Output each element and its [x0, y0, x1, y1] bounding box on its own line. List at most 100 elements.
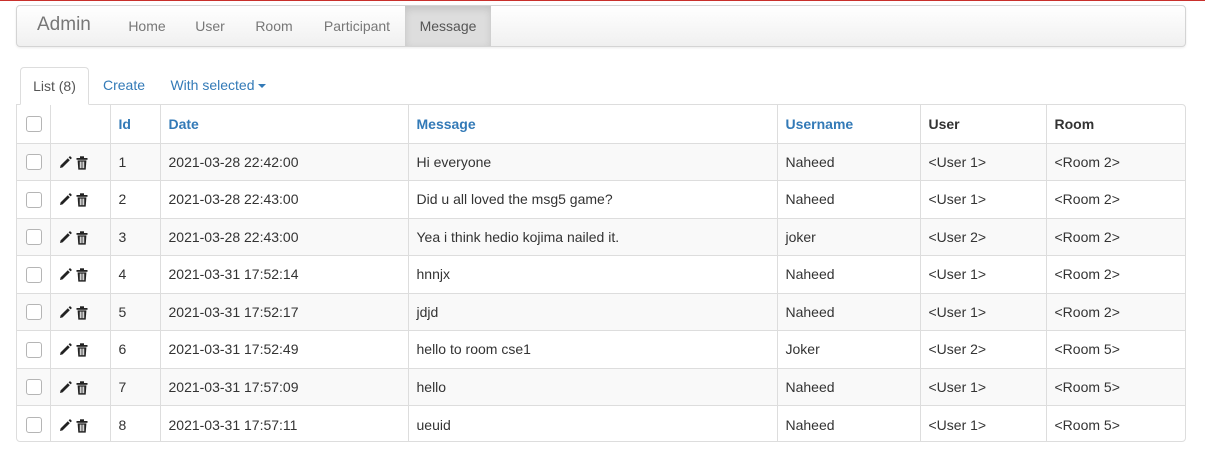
trash-icon[interactable] [76, 306, 89, 320]
header-id: Id [109, 105, 160, 144]
header-select-all [17, 105, 50, 144]
cell-room: <Room 5> [1045, 330, 1185, 369]
sort-date-link[interactable]: Date [169, 116, 199, 132]
cell-username: Naheed [776, 143, 920, 181]
cell-date: 2021-03-31 17:52:14 [159, 255, 408, 294]
nav-home[interactable]: Home [113, 6, 181, 46]
pencil-icon[interactable] [59, 231, 72, 245]
cell-user: <User 1> [919, 293, 1046, 331]
table-row: 3 2021-03-28 22:43:00 Yea i think hedio ko… [17, 218, 1185, 256]
tab-with-selected[interactable]: With selected [164, 67, 272, 105]
cell-id: 2 [109, 180, 160, 219]
cell-room: <Room 2> [1045, 218, 1185, 256]
trash-icon[interactable] [76, 156, 89, 170]
cell-user: <User 1> [919, 368, 1046, 406]
cell-date: 2021-03-31 17:52:49 [159, 330, 408, 369]
nav-room[interactable]: Room [239, 6, 309, 46]
cell-message: ueuid [407, 405, 777, 441]
table-row: 4 2021-03-31 17:52:14 hnnjx Naheed <User 1> <… [17, 255, 1185, 294]
table-row: 7 2021-03-31 17:57:09 hello Naheed <User 1> <… [17, 368, 1185, 406]
row-checkbox[interactable] [26, 379, 42, 396]
message-table-container: Id Date Message Username User Room 1 2021… [16, 104, 1186, 442]
cell-user: <User 1> [919, 405, 1046, 441]
cell-username: Naheed [776, 255, 920, 294]
row-actions-cell [49, 255, 110, 294]
pencil-icon[interactable] [59, 268, 72, 282]
trash-icon[interactable] [76, 381, 89, 395]
row-checkbox[interactable] [26, 266, 42, 283]
header-actions [49, 105, 110, 144]
trash-icon[interactable] [76, 418, 89, 433]
cell-id: 8 [109, 405, 160, 441]
pencil-icon[interactable] [59, 343, 72, 357]
tab-list[interactable]: List (8) [20, 67, 89, 105]
cell-message: jdjd [407, 293, 777, 331]
cell-id: 7 [109, 368, 160, 406]
row-actions-cell [49, 180, 110, 219]
with-selected-label: With selected [170, 77, 255, 93]
row-checkbox[interactable] [26, 191, 42, 208]
cell-username: Naheed [776, 180, 920, 219]
row-actions-cell [49, 330, 110, 369]
table-row: 6 2021-03-31 17:52:49 hello to room cse1 Jo… [17, 330, 1185, 369]
row-checkbox[interactable] [26, 417, 42, 434]
row-select-cell [17, 255, 50, 294]
cell-room: <Room 2> [1045, 293, 1185, 331]
cell-date: 2021-03-28 22:42:00 [159, 143, 408, 181]
cell-room: <Room 2> [1045, 255, 1185, 294]
table-row: 2 2021-03-28 22:43:00 Did u all loved the … [17, 180, 1185, 219]
view-tabs: List (8) Create With selected [16, 67, 1186, 105]
row-select-cell [17, 368, 50, 406]
trash-icon[interactable] [76, 231, 89, 245]
cell-date: 2021-03-31 17:57:09 [159, 368, 408, 406]
cell-message: hnnjx [407, 255, 777, 294]
sort-message-link[interactable]: Message [417, 116, 476, 132]
row-checkbox[interactable] [26, 154, 42, 171]
header-user: User [919, 105, 1046, 144]
cell-id: 6 [109, 330, 160, 369]
pencil-icon[interactable] [59, 381, 72, 395]
header-room: Room [1045, 105, 1185, 144]
trash-icon[interactable] [76, 343, 89, 357]
nav-user[interactable]: User [181, 6, 239, 46]
sort-username-link[interactable]: Username [786, 116, 854, 132]
table-row: 8 2021-03-31 17:57:11 ueuid Naheed <User 1> <… [17, 405, 1185, 442]
select-all-checkbox[interactable] [26, 116, 42, 133]
row-select-cell [17, 143, 50, 181]
cell-id: 3 [109, 218, 160, 256]
trash-icon[interactable] [76, 193, 89, 207]
sort-id-link[interactable]: Id [119, 116, 131, 132]
cell-username: Joker [776, 330, 920, 369]
row-checkbox[interactable] [26, 229, 42, 246]
pencil-icon[interactable] [59, 156, 72, 170]
cell-username: Naheed [776, 368, 920, 406]
pencil-icon[interactable] [59, 306, 72, 320]
table-header-row: Id Date Message Username User Room [17, 105, 1185, 144]
cell-user: <User 1> [919, 180, 1046, 219]
row-select-cell [17, 330, 50, 369]
cell-user: <User 1> [919, 143, 1046, 181]
cell-user: <User 1> [919, 255, 1046, 294]
row-checkbox[interactable] [26, 304, 42, 321]
trash-icon[interactable] [76, 268, 89, 282]
cell-message: hello [407, 368, 777, 406]
pencil-icon[interactable] [59, 193, 72, 207]
cell-id: 5 [109, 293, 160, 331]
row-actions-cell [49, 405, 110, 441]
header-username: Username [776, 105, 920, 144]
tab-create[interactable]: Create [92, 67, 156, 105]
row-select-cell [17, 406, 50, 442]
cell-username: Naheed [776, 405, 920, 441]
row-actions-cell [49, 143, 110, 181]
nav-participant[interactable]: Participant [309, 6, 405, 46]
cell-room: <Room 5> [1045, 405, 1185, 441]
brand-link[interactable]: Admin [37, 6, 91, 46]
nav-message[interactable]: Message [405, 6, 491, 46]
cell-user: <User 2> [919, 218, 1046, 256]
cell-date: 2021-03-31 17:52:17 [159, 293, 408, 331]
row-checkbox[interactable] [26, 341, 42, 358]
row-actions-cell [49, 368, 110, 406]
pencil-icon[interactable] [59, 418, 72, 433]
table-body: 1 2021-03-28 22:42:00 Hi everyone Naheed <Us… [17, 143, 1185, 442]
cell-username: Naheed [776, 293, 920, 331]
